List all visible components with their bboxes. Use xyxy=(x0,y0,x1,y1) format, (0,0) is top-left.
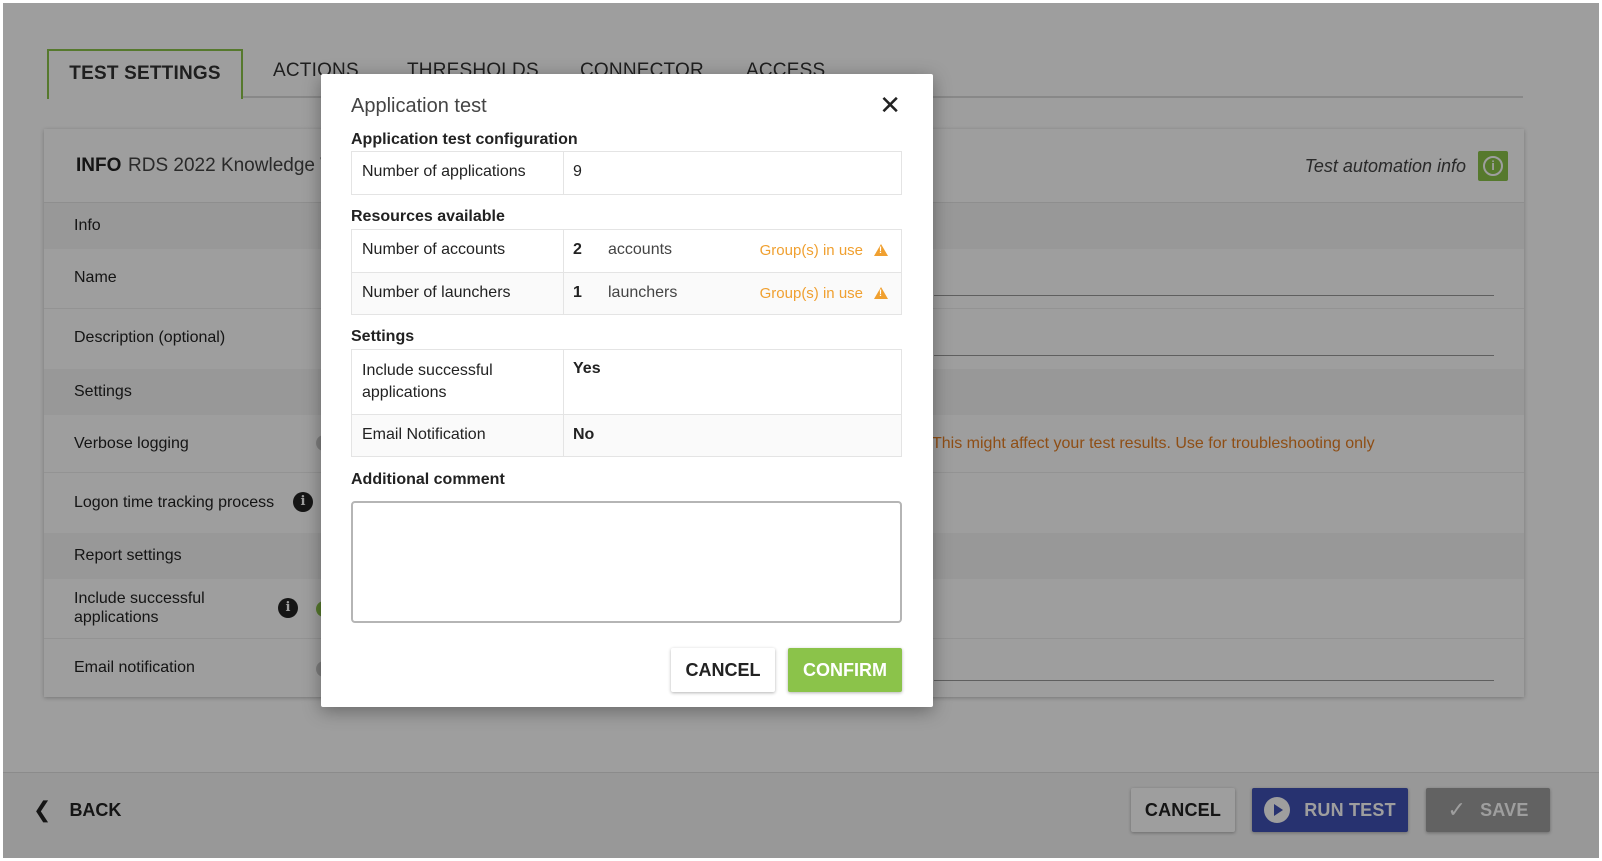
launchers-value: 1 xyxy=(573,284,582,301)
warning-icon xyxy=(874,244,888,256)
email-notification-row: Email Notification No xyxy=(352,414,901,456)
warning-icon xyxy=(874,287,888,299)
config-section-title: Application test configuration xyxy=(351,131,578,148)
settings-table: Include successful applications Yes Emai… xyxy=(351,349,902,457)
close-icon[interactable]: ✕ xyxy=(879,92,901,118)
dialog-cancel-button[interactable]: CANCEL xyxy=(671,648,775,692)
application-test-dialog: Application test ✕ Application test conf… xyxy=(321,74,933,707)
dialog-title: Application test xyxy=(351,95,487,117)
accounts-unit: accounts xyxy=(608,241,673,258)
accounts-label: Number of accounts xyxy=(362,241,506,258)
launchers-unit: launchers xyxy=(608,284,678,301)
launchers-label: Number of launchers xyxy=(362,284,511,301)
app-window: TEST SETTINGS ACTIONS THRESHOLDS CONNECT… xyxy=(3,3,1599,858)
comment-section-title: Additional comment xyxy=(351,471,505,488)
launchers-row: Number of launchers 1 launchers Group(s)… xyxy=(352,272,901,314)
num-applications-label: Number of applications xyxy=(362,163,526,180)
include-successful-row: Include successful applications Yes xyxy=(352,350,901,414)
launchers-groups-in-use: Group(s) in use xyxy=(759,285,863,302)
resources-section-title: Resources available xyxy=(351,208,505,225)
accounts-row: Number of accounts 2 accounts Group(s) i… xyxy=(352,230,901,272)
dialog-cancel-label: CANCEL xyxy=(685,659,761,680)
email-notification-value: No xyxy=(573,426,595,443)
include-successful-label: Include successful applications xyxy=(362,362,493,401)
num-applications-row: Number of applications 9 xyxy=(352,152,901,194)
confirm-button[interactable]: CONFIRM xyxy=(788,648,902,692)
email-notification-label: Email Notification xyxy=(362,426,486,443)
config-table: Number of applications 9 xyxy=(351,151,902,195)
settings-section-title: Settings xyxy=(351,328,415,345)
include-successful-value: Yes xyxy=(573,360,601,377)
additional-comment-input[interactable] xyxy=(351,501,902,623)
accounts-groups-in-use: Group(s) in use xyxy=(759,242,863,259)
accounts-value: 2 xyxy=(573,241,582,258)
num-applications-value: 9 xyxy=(573,163,582,180)
confirm-label: CONFIRM xyxy=(803,659,887,680)
resources-table: Number of accounts 2 accounts Group(s) i… xyxy=(351,229,902,315)
